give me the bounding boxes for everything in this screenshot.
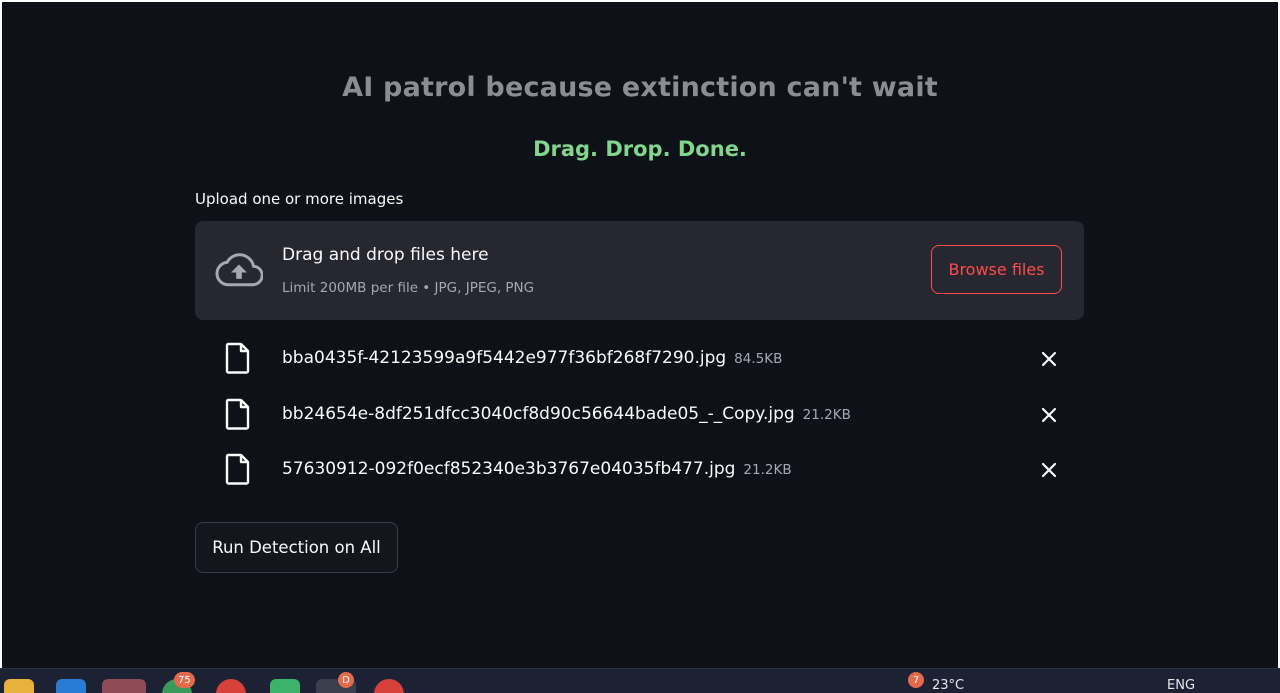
weather-temperature[interactable]: 23°C: [932, 678, 964, 693]
remove-file-close-icon[interactable]: [1040, 350, 1058, 368]
file-size: 21.2KB: [743, 462, 792, 478]
cloud-upload-icon: [215, 253, 263, 287]
red-circle-app-icon[interactable]: [374, 679, 404, 693]
file-name: 57630912-092f0ecf852340e3b3767e04035fb47…: [282, 459, 736, 479]
app-badge: D: [338, 672, 354, 688]
page-subtitle: Drag. Drop. Done.: [533, 137, 747, 161]
uploaded-file-item: bba0435f-42123599a9f5442e977f36bf268f729…: [224, 340, 1064, 380]
upload-label: Upload one or more images: [195, 190, 404, 208]
file-size: 84.5KB: [734, 351, 783, 367]
file-name: bba0435f-42123599a9f5442e977f36bf268f729…: [282, 348, 727, 368]
taskbar: 75 D 7 23°C ENG: [0, 668, 1280, 693]
file-icon: [225, 453, 250, 485]
color-app-icon[interactable]: [270, 679, 300, 693]
file-size: 21.2KB: [802, 407, 851, 423]
dropzone-instruction: Drag and drop files here: [282, 245, 489, 265]
notification-badge: 75: [174, 672, 195, 688]
language-indicator[interactable]: ENG: [1167, 678, 1195, 693]
dropzone-limit-text: Limit 200MB per file • JPG, JPEG, PNG: [282, 280, 535, 296]
file-dropzone[interactable]: Drag and drop files here Limit 200MB per…: [195, 221, 1084, 320]
chat-app-icon[interactable]: [102, 679, 146, 693]
briefcase-app-icon[interactable]: [56, 679, 86, 693]
file-icon: [225, 398, 250, 430]
file-icon: [225, 342, 250, 374]
remove-file-close-icon[interactable]: [1040, 406, 1058, 424]
weather-badge: 7: [908, 672, 924, 688]
page-title: AI patrol because extinction can't wait: [342, 72, 938, 103]
file-explorer-icon[interactable]: [4, 679, 34, 693]
uploaded-file-item: bb24654e-8df251dfcc3040cf8d90c56644bade0…: [224, 396, 1064, 436]
remove-file-close-icon[interactable]: [1040, 461, 1058, 479]
red-app-icon[interactable]: [216, 679, 246, 693]
browse-files-button[interactable]: Browse files: [931, 245, 1062, 294]
run-detection-button[interactable]: Run Detection on All: [195, 522, 398, 573]
uploaded-file-item: 57630912-092f0ecf852340e3b3767e04035fb47…: [224, 451, 1064, 491]
file-name: bb24654e-8df251dfcc3040cf8d90c56644bade0…: [282, 404, 795, 424]
